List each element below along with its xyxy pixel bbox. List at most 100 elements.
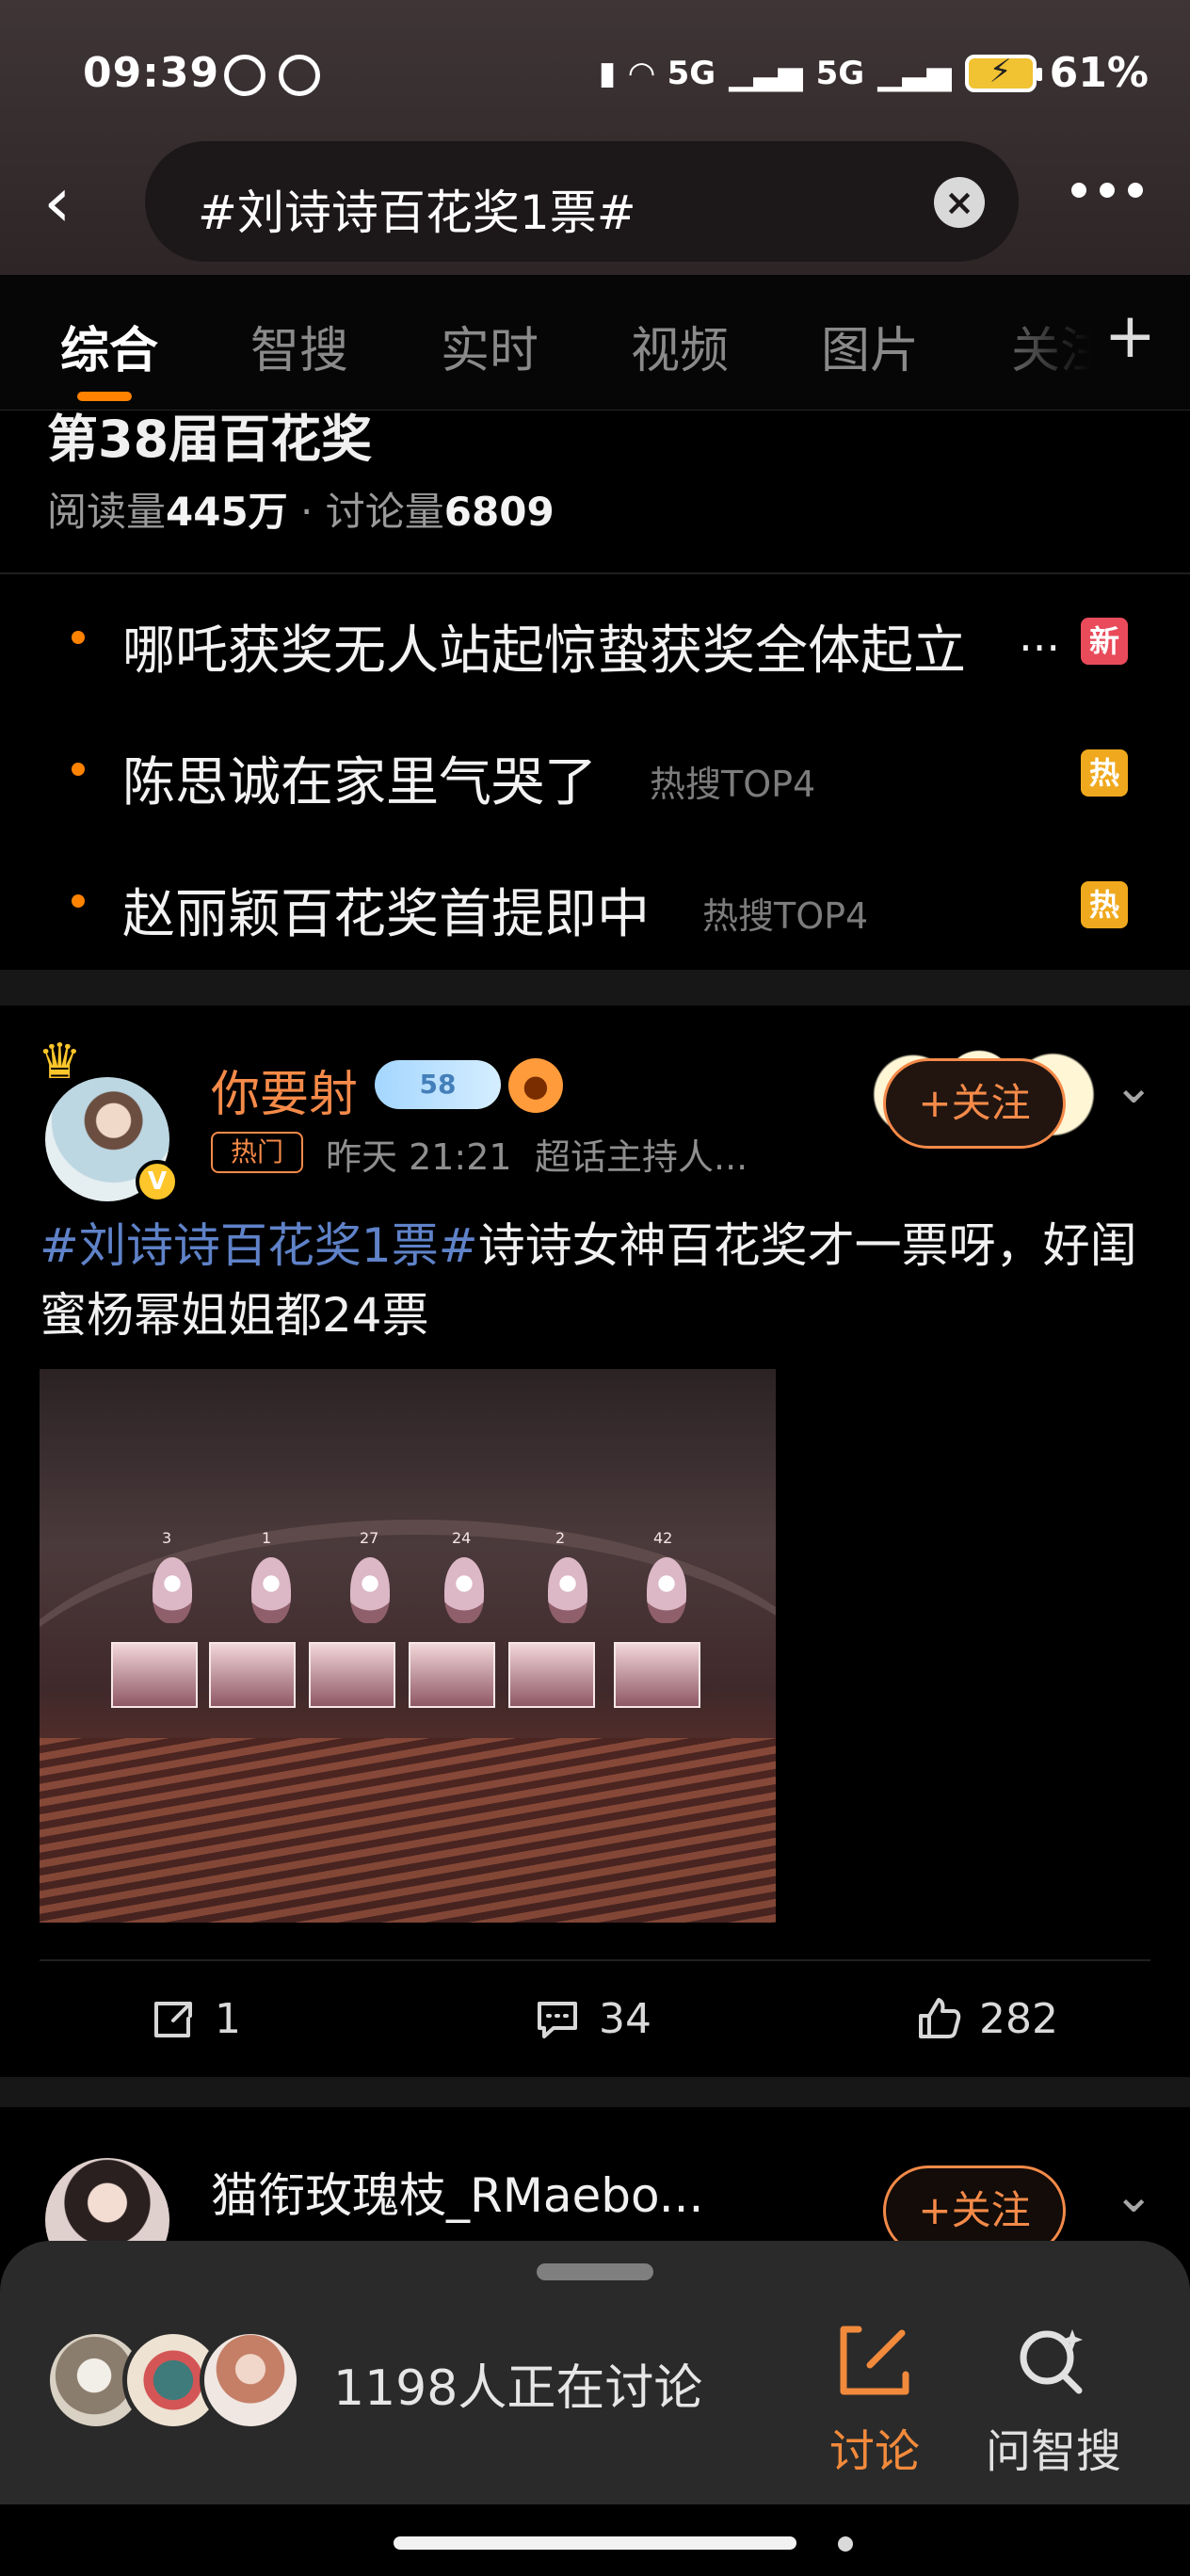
search-query[interactable]: #刘诗诗百花奖1票#: [198, 175, 636, 243]
search-box[interactable]: #刘诗诗百花奖1票# ×: [145, 141, 1019, 262]
action-divider: [40, 1959, 1150, 1961]
hot-dot: [72, 894, 85, 908]
like-button[interactable]: 282: [913, 1988, 1058, 2049]
trophy-icon: [251, 1557, 291, 1623]
author-name[interactable]: 猫衔玫瑰枝_RMaebo...: [211, 2158, 703, 2226]
comment-button[interactable]: 34: [533, 1988, 651, 2049]
participant-avatar[interactable]: [200, 2329, 301, 2431]
section-gap: [0, 2077, 1190, 2107]
vote-number: 3: [162, 1529, 172, 1547]
verified-v-icon: V: [136, 1160, 179, 1203]
vote-number: 27: [360, 1529, 379, 1547]
more-dot: [1100, 183, 1115, 198]
discuss-label: 讨论: [828, 2425, 920, 2478]
add-tab-icon[interactable]: +: [1104, 299, 1156, 372]
author-name[interactable]: 你要射: [211, 1055, 358, 1125]
post-image[interactable]: 3 1 27 24 2 42: [40, 1369, 776, 1923]
fish-badge-icon: ●: [508, 1058, 563, 1113]
trophy-icon: [153, 1557, 192, 1623]
tab-overall[interactable]: 综合: [60, 311, 158, 381]
topic-name: 第38届百花奖: [47, 411, 373, 469]
back-arrow-icon[interactable]: ‹: [43, 168, 96, 237]
trophy-icon: [444, 1557, 484, 1623]
vote-number: 1: [262, 1529, 272, 1547]
clear-icon[interactable]: ×: [934, 177, 985, 228]
hot-dot: [72, 763, 85, 776]
post-source: 超话主持人...: [535, 1136, 748, 1178]
nominee-screen: [209, 1642, 296, 1708]
vote-number: 42: [653, 1529, 673, 1547]
status-bar: 09:39 ▮ ◠ 5G ▁▃▅ 5G ▁▃▅ ⚡ 61%: [0, 0, 1190, 141]
discussion-sheet: 1198人正在讨论 讨论 问智搜: [0, 2241, 1190, 2504]
chevron-down-icon[interactable]: ⌄: [1113, 1058, 1154, 1115]
ask-smart-search-button[interactable]: 问智搜: [983, 2320, 1124, 2478]
tab-realtime[interactable]: 实时: [441, 311, 539, 381]
status-right: ▮ ◠ 5G ▁▃▅ 5G ▁▃▅ ⚡ 61%: [599, 49, 1149, 97]
follow-button[interactable]: +关注: [883, 1058, 1066, 1149]
author-avatar-wrap[interactable]: ♛ V: [38, 1034, 181, 1203]
charging-icon: ⚡: [989, 52, 1012, 90]
like-count: 282: [979, 1994, 1058, 2043]
hot-label: 热门: [211, 1132, 303, 1173]
comment-icon: [533, 1994, 582, 2043]
chevron-down-icon[interactable]: ⌄: [1113, 2167, 1154, 2224]
home-indicator[interactable]: [394, 2536, 796, 2550]
trophy-icon: [350, 1557, 390, 1623]
more-icon[interactable]: [1071, 175, 1149, 203]
tab-images[interactable]: 图片: [821, 311, 919, 381]
hot-item[interactable]: 陈思诚在家里气哭了 热搜TOP4 热: [0, 708, 1190, 830]
discussion-count: 1198人正在讨论: [333, 2360, 703, 2417]
ask-smart-search-label: 问智搜: [985, 2425, 1121, 2478]
battery-icon: ⚡: [964, 52, 1042, 92]
tab-fade: [979, 275, 1111, 410]
nominee-screen: [111, 1642, 198, 1708]
post-card[interactable]: ♛ V 你要射 58 ● 热门 昨天 21:21 超话主持人... +关注 ⌄ …: [0, 1006, 1190, 2077]
sheet-handle[interactable]: [537, 2263, 653, 2280]
alarm-icon: [279, 55, 320, 96]
edit-icon: [834, 2320, 915, 2401]
comment-count: 34: [599, 1994, 651, 2043]
hot-item-ellipsis: ...: [1019, 610, 1060, 661]
read-value: 445万: [166, 489, 288, 535]
new-badge: 新: [1081, 618, 1128, 665]
audience-seats: [40, 1738, 776, 1923]
active-tab-indicator: [77, 392, 132, 401]
hot-search-tag: 热搜TOP4: [702, 895, 869, 937]
hot-item-text[interactable]: 赵丽颖百花奖首提即中: [122, 872, 650, 948]
hot-dot: [72, 631, 85, 644]
like-icon: [913, 1994, 962, 2043]
hot-badge: 热: [1081, 749, 1128, 797]
status-app-icon: [224, 55, 265, 96]
discussion-value: 6809: [443, 489, 555, 535]
post-time: 昨天 21:21: [326, 1136, 512, 1178]
more-dot: [1128, 183, 1143, 198]
trophy-icon: [548, 1557, 587, 1623]
navigation-bar: [0, 2504, 1190, 2576]
hot-item[interactable]: 赵丽颖百花奖首提即中 热搜TOP4 热: [0, 840, 1190, 962]
post-hashtag[interactable]: #刘诗诗百花奖1票#: [40, 1218, 478, 1273]
hot-item[interactable]: 哪吒获奖无人站起惊蛰获奖全体起立 ... 新: [0, 576, 1190, 699]
hot-item-text[interactable]: 陈思诚在家里气哭了: [122, 740, 597, 816]
search-tabs: 综合 智搜 实时 视频 图片 关注 +: [0, 275, 1190, 411]
status-time: 09:39: [83, 49, 220, 97]
nominee-screen: [309, 1642, 395, 1708]
topic-stats: 阅读量445万 · 讨论量6809: [47, 480, 555, 538]
nominee-screen: [409, 1642, 495, 1708]
tab-smart-search[interactable]: 智搜: [250, 311, 348, 381]
vote-number: 24: [452, 1529, 472, 1547]
hot-search-tag: 热搜TOP4: [650, 764, 816, 805]
crown-icon: ♛: [38, 1034, 82, 1090]
discuss-button[interactable]: 讨论: [804, 2320, 945, 2478]
signal-icon: ▁▃▅: [729, 54, 803, 92]
hot-item-text[interactable]: 哪吒获奖无人站起惊蛰获奖全体起立: [122, 608, 966, 684]
tab-video[interactable]: 视频: [631, 311, 729, 381]
topic-divider: [0, 572, 1190, 574]
battery-percent: 61%: [1049, 49, 1149, 97]
nominee-screen: [508, 1642, 595, 1708]
repost-button[interactable]: 1: [149, 1988, 241, 2049]
topic-summary: 第38届百花奖 阅读量445万 · 讨论量6809: [0, 411, 1190, 572]
wifi-icon: ◠: [629, 54, 654, 92]
nominee-screen: [614, 1642, 700, 1708]
hot-list: 哪吒获奖无人站起惊蛰获奖全体起立 ... 新 陈思诚在家里气哭了 热搜TOP4 …: [0, 576, 1190, 970]
vibrate-icon: ▮: [598, 54, 617, 92]
